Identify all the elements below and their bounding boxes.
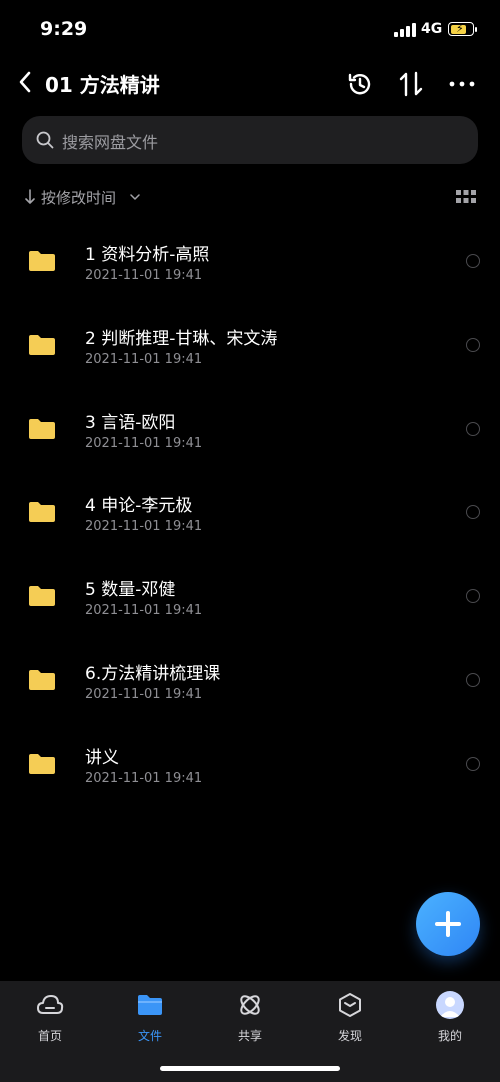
file-name: 3 言语-欧阳 bbox=[85, 412, 176, 433]
file-date: 2021-11-01 19:41 bbox=[85, 268, 203, 283]
folder-icon bbox=[29, 586, 55, 607]
tab-discover[interactable]: 发现 bbox=[300, 987, 400, 1047]
tab-files[interactable]: 文件 bbox=[100, 987, 200, 1047]
tab-label: 首页 bbox=[37, 1029, 62, 1043]
status-time: 9:29 bbox=[40, 18, 88, 40]
sort-icon[interactable] bbox=[397, 70, 425, 98]
history-icon[interactable] bbox=[346, 70, 374, 98]
select-checkbox[interactable] bbox=[466, 589, 480, 604]
share-icon bbox=[240, 995, 260, 1015]
file-name: 4 申论-李元极 bbox=[85, 496, 193, 517]
cloud-icon bbox=[37, 995, 64, 1014]
folder-icon bbox=[29, 669, 55, 690]
select-checkbox[interactable] bbox=[466, 756, 480, 771]
file-date: 2021-11-01 19:41 bbox=[85, 351, 203, 367]
folder-icon bbox=[29, 334, 55, 355]
discover-icon bbox=[339, 993, 361, 1017]
folder-icon bbox=[29, 753, 55, 774]
more-icon[interactable] bbox=[447, 70, 477, 98]
file-date: 2021-11-01 19:41 bbox=[85, 519, 203, 535]
file-name: 1 资料分析-高照 bbox=[85, 245, 210, 265]
network-type: 4G bbox=[421, 21, 443, 37]
tab-label: 我的 bbox=[437, 1029, 462, 1043]
file-name: 5 数量-邓健 bbox=[85, 580, 176, 601]
sort-row: 按修改时间 bbox=[0, 184, 500, 212]
list-item[interactable]: 6.方法精讲梳理课 2021-11-01 19:41 bbox=[0, 637, 500, 721]
select-checkbox[interactable] bbox=[466, 421, 480, 436]
select-checkbox[interactable] bbox=[466, 254, 480, 268]
signal-icon bbox=[394, 23, 418, 37]
file-date: 2021-11-01 19:41 bbox=[85, 603, 203, 619]
search-input[interactable]: 搜索网盘文件 bbox=[22, 116, 478, 164]
select-checkbox[interactable] bbox=[466, 337, 480, 352]
list-item[interactable]: 5 数量-邓健 2021-11-01 19:41 bbox=[0, 553, 500, 637]
select-checkbox[interactable] bbox=[466, 505, 480, 520]
file-name: 2 判断推理-甘琳、宋文涛 bbox=[85, 328, 278, 349]
list-item[interactable]: 4 申论-李元极 2021-11-01 19:41 bbox=[0, 469, 500, 553]
arrow-down-icon[interactable] bbox=[24, 188, 36, 206]
home-indicator bbox=[160, 1066, 340, 1071]
tab-label: 文件 bbox=[137, 1029, 162, 1043]
battery-icon: ⚡ bbox=[448, 22, 477, 36]
tab-home[interactable]: 首页 bbox=[0, 987, 100, 1047]
file-date: 2021-11-01 19:41 bbox=[85, 435, 203, 451]
page-title: 01 方法精讲 bbox=[45, 73, 160, 97]
tab-label: 共享 bbox=[237, 1029, 262, 1043]
folder-icon bbox=[29, 418, 55, 439]
folder-icon bbox=[138, 995, 162, 1015]
status-bar: 9:29 4G ⚡ bbox=[0, 0, 500, 58]
folder-icon bbox=[29, 502, 55, 523]
folder-icon bbox=[29, 251, 55, 271]
file-date: 2021-11-01 19:41 bbox=[85, 770, 203, 786]
list-item[interactable]: 2 判断推理-甘琳、宋文涛 2021-11-01 19:41 bbox=[0, 302, 500, 386]
search-icon bbox=[36, 131, 54, 149]
tab-label: 发现 bbox=[337, 1029, 362, 1043]
grid-view-icon[interactable] bbox=[456, 190, 476, 204]
avatar bbox=[436, 991, 464, 1019]
tab-share[interactable]: 共享 bbox=[200, 987, 300, 1047]
list-item[interactable]: 讲义 2021-11-01 19:41 bbox=[0, 721, 500, 805]
file-date: 2021-11-01 19:41 bbox=[85, 686, 203, 702]
back-icon[interactable] bbox=[14, 66, 38, 98]
select-checkbox[interactable] bbox=[466, 672, 480, 687]
file-name: 讲义 bbox=[85, 747, 119, 768]
file-name: 6.方法精讲梳理课 bbox=[85, 663, 221, 684]
chevron-down-icon[interactable] bbox=[130, 193, 140, 201]
list-item[interactable]: 3 言语-欧阳 2021-11-01 19:41 bbox=[0, 386, 500, 470]
nav-bar: 01 方法精讲 bbox=[0, 58, 500, 110]
add-button[interactable] bbox=[416, 892, 480, 956]
tab-me[interactable]: 我的 bbox=[400, 987, 500, 1047]
list-item[interactable]: 1 资料分析-高照 2021-11-01 19:41 bbox=[0, 218, 500, 302]
file-list: 1 资料分析-高照 2021-11-01 19:41 2 判断推理-甘琳、宋文涛… bbox=[0, 218, 500, 805]
search-placeholder: 搜索网盘文件 bbox=[62, 133, 159, 152]
sort-label[interactable]: 按修改时间 bbox=[41, 187, 116, 208]
tab-bar: 首页 文件 共享 发现 我的 bbox=[0, 981, 500, 1082]
